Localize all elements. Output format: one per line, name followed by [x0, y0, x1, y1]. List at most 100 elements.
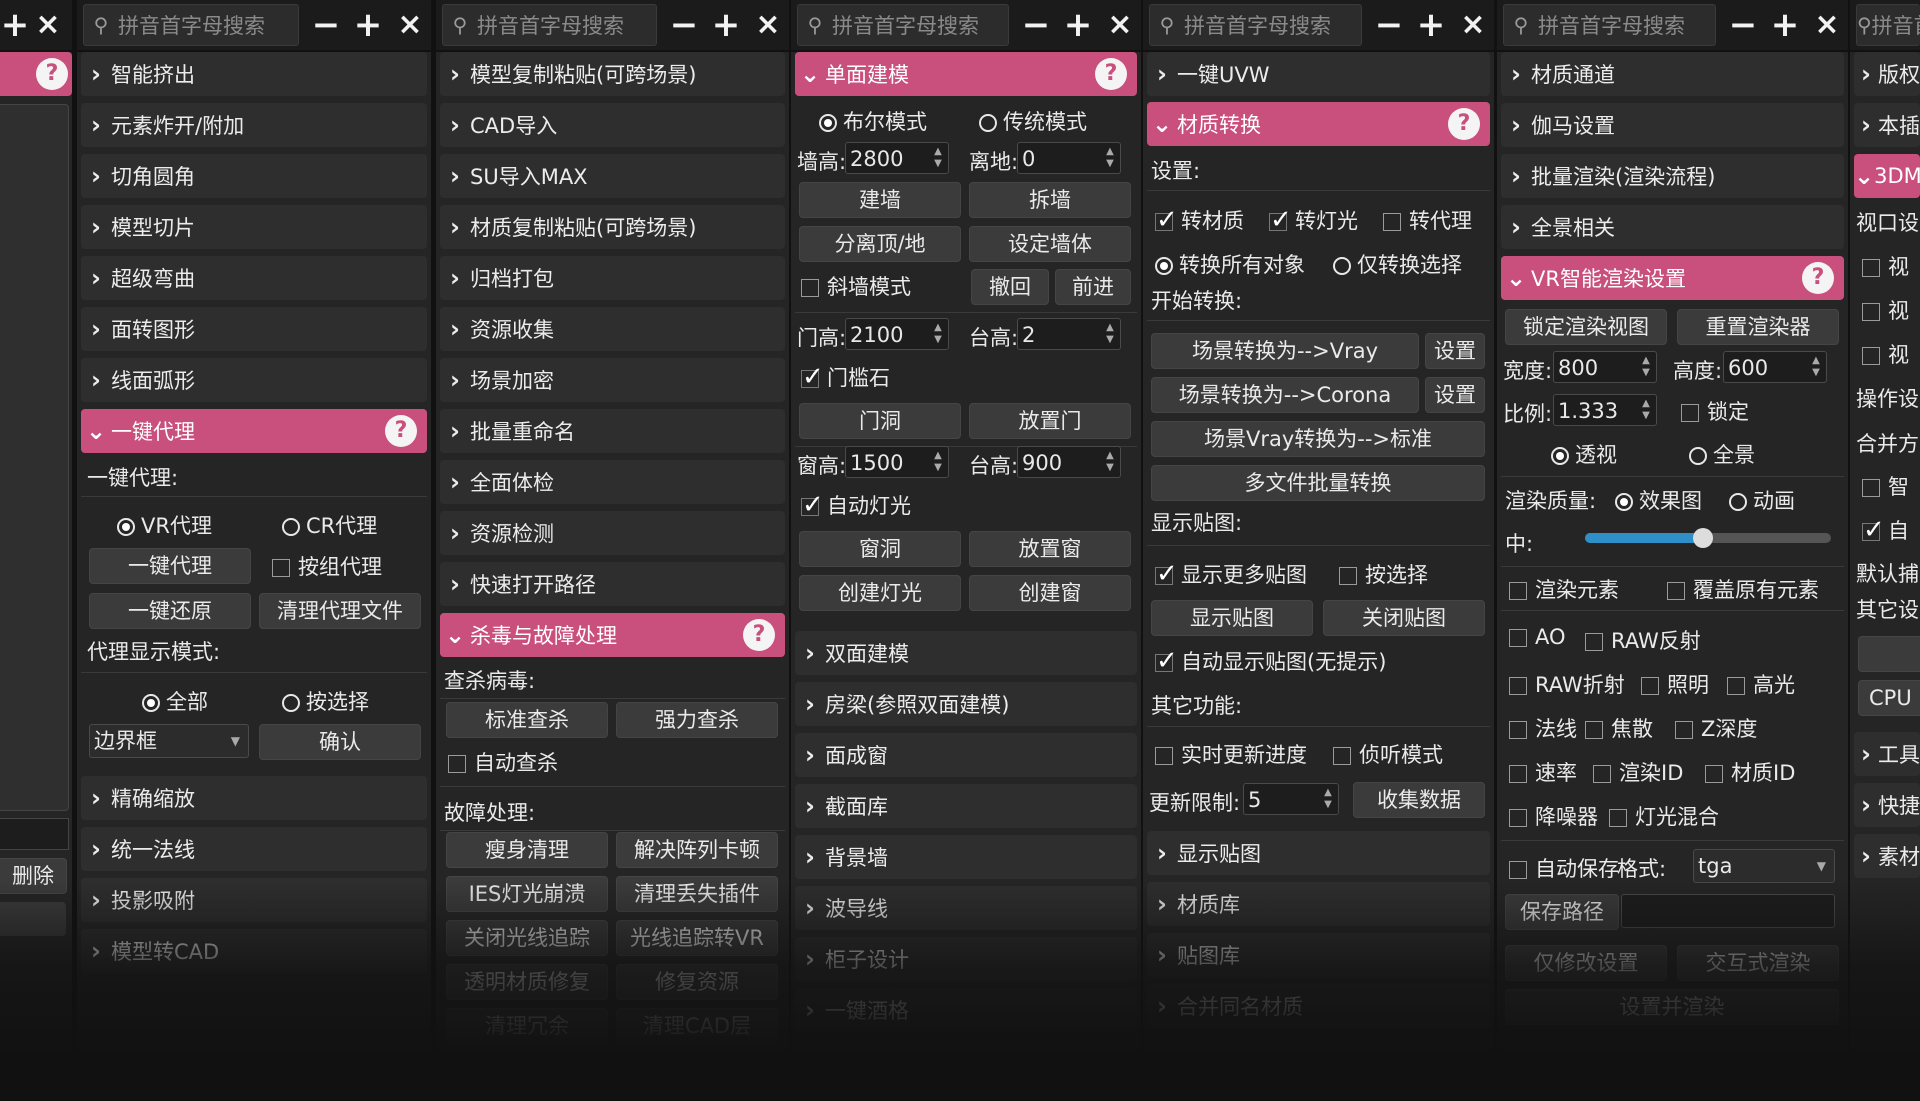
spinner-icon[interactable]: ▲ ▼: [930, 450, 946, 474]
add-icon[interactable]: +: [347, 5, 389, 45]
set-and-render-button[interactable]: 设置并渲染: [1505, 989, 1839, 1025]
door-sill-input[interactable]: 2 ▲ ▼: [1017, 318, 1121, 350]
radio-animation[interactable]: 动画: [1729, 485, 1795, 515]
fix-transparent-material-button[interactable]: 透明材质修复: [446, 964, 608, 1000]
menu-item[interactable]: › 资源收集: [440, 307, 785, 351]
zdepth-checkbox[interactable]: Z深度: [1675, 713, 1757, 743]
disable-raytrace-button[interactable]: 关闭光线追踪: [446, 920, 608, 956]
menu-item[interactable]: › 批量重命名: [440, 409, 785, 453]
menu-item[interactable]: › 材质复制粘贴(可跨场景): [440, 205, 785, 249]
batch-convert-button[interactable]: 多文件批量转换: [1151, 465, 1485, 501]
radio-traditional-mode[interactable]: 传统模式: [979, 106, 1087, 136]
search-input[interactable]: ⚲拼音首字母搜索: [797, 4, 1009, 46]
delete-button[interactable]: 删除: [0, 858, 67, 894]
convert-to-vray-button[interactable]: 场景转换为-->Vray: [1151, 333, 1419, 369]
slim-clean-button[interactable]: 瘦身清理: [446, 832, 608, 868]
search-input[interactable]: ⚲拼音首字母搜索: [1856, 4, 1920, 46]
spinner-icon[interactable]: ▲ ▼: [1102, 322, 1118, 346]
section-header-single-wall[interactable]: ⌄ 单面建模?: [795, 52, 1137, 96]
radio-all[interactable]: 全部: [142, 686, 208, 716]
close-icon[interactable]: ×: [389, 5, 431, 45]
clean-proxy-files-button[interactable]: 清理代理文件: [259, 593, 421, 629]
convert-light-checkbox[interactable]: 转灯光: [1269, 205, 1358, 235]
clean-cad-layer-button[interactable]: 清理CAD层: [616, 1008, 778, 1044]
spinner-icon[interactable]: ▲ ▼: [1102, 146, 1118, 170]
ground-offset-input[interactable]: 0 ▲ ▼: [1017, 142, 1121, 174]
menu-item[interactable]: › 模型复制粘贴(可跨场景): [440, 52, 785, 96]
show-texture-button[interactable]: 显示贴图: [1151, 600, 1313, 636]
radio-effect-image[interactable]: 效果图: [1615, 485, 1702, 515]
menu-item[interactable]: › 统一法线: [81, 827, 427, 871]
spinner-icon[interactable]: ▲ ▼: [930, 146, 946, 170]
menu-item[interactable]: › 版权: [1854, 52, 1920, 96]
ies-crash-button[interactable]: IES灯光崩溃: [446, 876, 608, 912]
spinner-icon[interactable]: ▲ ▼: [1638, 398, 1654, 422]
render-elements-checkbox[interactable]: 渲染元素: [1509, 574, 1619, 604]
menu-item[interactable]: › 超级弯曲: [81, 256, 427, 300]
close-icon[interactable]: ×: [1099, 5, 1141, 45]
fix-array-lag-button[interactable]: 解决阵列卡顿: [616, 832, 778, 868]
menu-item[interactable]: › 素材: [1854, 834, 1920, 878]
autosave-checkbox[interactable]: 自动保存: [1509, 853, 1619, 883]
menu-item[interactable]: › 合并同名材质: [1147, 984, 1490, 1028]
help-icon[interactable]: ?: [1095, 58, 1127, 90]
help-icon[interactable]: ?: [36, 58, 68, 90]
add-icon[interactable]: +: [1764, 5, 1806, 45]
search-input[interactable]: ⚲拼音首字母搜索: [83, 4, 299, 46]
velocity-checkbox[interactable]: 速率: [1509, 757, 1577, 787]
confirm-button[interactable]: 确认: [259, 724, 421, 760]
caustic-checkbox[interactable]: 焦散: [1585, 713, 1653, 743]
menu-item[interactable]: › 切角圆角: [81, 154, 427, 198]
auto-show-texture-checkbox[interactable]: 自动显示贴图(无提示): [1155, 646, 1386, 676]
create-light-button[interactable]: 创建灯光: [799, 575, 961, 611]
section-header-material-convert[interactable]: ⌄ 材质转换?: [1147, 102, 1490, 146]
one-click-proxy-button[interactable]: 一键代理: [89, 548, 251, 584]
menu-item[interactable]: › 材质通道: [1501, 52, 1844, 96]
convert-to-corona-button[interactable]: 场景转换为-->Corona: [1151, 377, 1419, 413]
col0-active-header[interactable]: ?: [0, 52, 72, 96]
search-input[interactable]: ⚲拼音首字母搜索: [1503, 4, 1716, 46]
place-door-button[interactable]: 放置门: [969, 403, 1131, 439]
menu-item[interactable]: › 快捷: [1854, 783, 1920, 827]
spinner-icon[interactable]: ▲ ▼: [1102, 450, 1118, 474]
save-path-input[interactable]: [1621, 894, 1835, 928]
menu-item[interactable]: › 快速打开路径: [440, 562, 785, 606]
viewport-checkbox[interactable]: 视: [1862, 295, 1909, 325]
add-icon[interactable]: +: [705, 5, 747, 45]
menu-item[interactable]: › 模型切片: [81, 205, 427, 249]
close-texture-button[interactable]: 关闭贴图: [1323, 600, 1485, 636]
build-wall-button[interactable]: 建墙: [799, 182, 961, 218]
threshold-checkbox[interactable]: 门槛石: [801, 362, 890, 392]
menu-item[interactable]: › 场景加密: [440, 358, 785, 402]
menu-item[interactable]: › 一键UVW: [1147, 52, 1490, 96]
format-dropdown[interactable]: tga ▼: [1693, 849, 1835, 883]
create-window-button[interactable]: 创建窗: [969, 575, 1131, 611]
place-window-button[interactable]: 放置窗: [969, 531, 1131, 567]
clean-missing-plugins-button[interactable]: 清理丢失插件: [616, 876, 778, 912]
separate-top-floor-button[interactable]: 分离顶/地: [799, 226, 961, 262]
help-icon[interactable]: ?: [1448, 108, 1480, 140]
help-icon[interactable]: ?: [385, 415, 417, 447]
minimize-icon[interactable]: −: [1722, 5, 1764, 45]
lock-render-view-button[interactable]: 锁定渲染视图: [1505, 309, 1667, 345]
close-icon[interactable]: ×: [747, 5, 789, 45]
menu-item[interactable]: › 面成窗: [795, 733, 1137, 777]
menu-item[interactable]: › 房梁(参照双面建模): [795, 682, 1137, 726]
menu-item[interactable]: › 模型转CAD: [81, 929, 427, 973]
vray-settings-button[interactable]: 设置: [1425, 333, 1485, 369]
help-icon[interactable]: ?: [743, 619, 775, 651]
radio-vr-proxy[interactable]: VR代理: [117, 510, 212, 540]
group-proxy-checkbox[interactable]: 按组代理: [272, 551, 382, 581]
standard-scan-button[interactable]: 标准查杀: [446, 702, 608, 738]
minimize-icon[interactable]: −: [1015, 5, 1057, 45]
spinner-icon[interactable]: ▲ ▼: [930, 322, 946, 346]
corona-settings-button[interactable]: 设置: [1425, 377, 1485, 413]
menu-item[interactable]: › 背景墙: [795, 835, 1137, 879]
radio-perspective[interactable]: 透视: [1551, 439, 1617, 469]
strong-scan-button[interactable]: 强力查杀: [616, 702, 778, 738]
light-mix-checkbox[interactable]: 灯光混合: [1609, 801, 1719, 831]
convert-material-checkbox[interactable]: 转材质: [1155, 205, 1244, 235]
add-icon[interactable]: +: [1410, 5, 1452, 45]
col0-input[interactable]: [0, 818, 69, 850]
window-height-input[interactable]: 1500 ▲ ▼: [845, 446, 949, 478]
